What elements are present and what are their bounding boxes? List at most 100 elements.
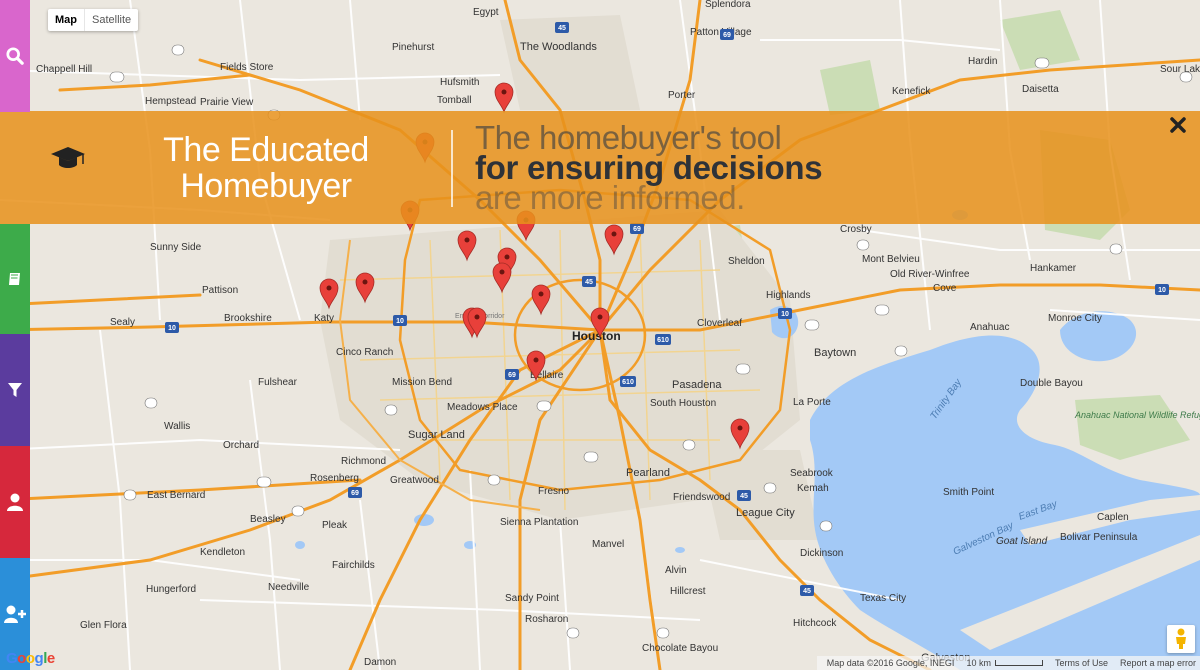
map-type-map-button[interactable]: Map <box>48 9 84 31</box>
sidebar-search[interactable] <box>0 0 30 112</box>
place-label: Houston <box>572 329 621 343</box>
highway-shield: 69 <box>505 369 519 380</box>
map-data-text: Map data ©2016 Google, INEGI <box>826 658 955 668</box>
place-label: Monroe City <box>1048 313 1102 324</box>
place-label: Sunny Side <box>150 242 202 253</box>
brand-line-1: The Educated <box>163 131 369 169</box>
place-label: Splendora <box>705 0 751 10</box>
place-label: Glen Flora <box>80 620 127 631</box>
graduation-cap-icon <box>50 145 86 176</box>
map-canvas[interactable]: Egypt Splendora Patton Village Hardin So… <box>0 0 1200 670</box>
place-label: Goat Island <box>996 536 1048 547</box>
place-label: Porter <box>668 90 696 101</box>
place-label: Hungerford <box>146 584 196 595</box>
place-label: Richmond <box>341 456 386 467</box>
place-label: Pasadena <box>672 379 722 391</box>
place-label: Texas City <box>860 593 906 604</box>
place-label: Fairchilds <box>332 560 375 571</box>
highway-shield: 45 <box>737 490 751 501</box>
highway-shield: 10 <box>778 308 792 319</box>
place-label: Tomball <box>437 95 471 106</box>
svg-text:69: 69 <box>633 226 641 233</box>
place-label: Hankamer <box>1030 263 1077 274</box>
map-type-control: Map Satellite <box>48 9 139 31</box>
svg-text:10: 10 <box>781 311 789 318</box>
place-label: Baytown <box>814 347 856 359</box>
place-label: Egypt <box>473 7 499 18</box>
place-label: Manvel <box>592 539 624 550</box>
svg-text:45: 45 <box>585 279 593 286</box>
user-plus-icon <box>4 605 26 623</box>
highway-shield: 10 <box>165 322 179 333</box>
place-label: Fresno <box>538 486 570 497</box>
highway-shield: 610 <box>655 334 671 345</box>
scale-bar <box>994 660 1043 666</box>
svg-text:69: 69 <box>508 372 516 379</box>
place-label: Dickinson <box>800 548 843 559</box>
place-label: Meadows Place <box>447 402 518 413</box>
place-label: Crosby <box>840 224 872 235</box>
report-error-link[interactable]: Report a map error <box>1120 658 1196 668</box>
svg-text:10: 10 <box>1158 287 1166 294</box>
sidebar-user[interactable] <box>0 446 30 558</box>
highway-shield: 10 <box>1155 284 1169 295</box>
place-label: Sugar Land <box>408 429 465 441</box>
place-label: Smith Point <box>943 487 994 498</box>
place-label: Brookshire <box>224 313 272 324</box>
svg-text:69: 69 <box>723 32 731 39</box>
place-label: Mont Belvieu <box>862 254 920 265</box>
place-label: Highlands <box>766 290 810 301</box>
place-label: Mission Bend <box>392 377 452 388</box>
brand-line-2: Homebuyer <box>180 167 352 205</box>
place-label: Pinehurst <box>392 42 434 53</box>
place-label: League City <box>736 507 795 519</box>
place-label: Fulshear <box>258 377 298 388</box>
place-label: Rosharon <box>525 614 568 625</box>
place-label: Hardin <box>968 56 997 67</box>
svg-text:45: 45 <box>740 493 748 500</box>
place-label: Sheldon <box>728 256 765 267</box>
place-label: Pleak <box>322 520 348 531</box>
place-label: Anahuac National Wildlife Refuge <box>1074 410 1200 420</box>
place-label: Hufsmith <box>440 77 479 88</box>
highway-shield: 69 <box>720 29 734 40</box>
place-label: Sandy Point <box>505 593 559 604</box>
sidebar-filter[interactable] <box>0 334 30 446</box>
place-label: Wallis <box>164 421 190 432</box>
terms-link[interactable]: Terms of Use <box>1055 658 1108 668</box>
tagline: The homebuyer's tool for ensuring decisi… <box>475 121 823 216</box>
place-label: Fields Store <box>220 62 274 73</box>
map-type-satellite-button[interactable]: Satellite <box>84 9 138 31</box>
place-label: Chocolate Bayou <box>642 643 718 654</box>
highway-shield: 45 <box>555 22 569 33</box>
place-label: Pattison <box>202 285 238 296</box>
place-label: Cove <box>933 283 957 294</box>
highway-shield: 69 <box>348 487 362 498</box>
highway-shield: 45 <box>582 276 596 287</box>
place-label: Kemah <box>797 483 829 494</box>
map-attribution: Map data ©2016 Google, INEGI 10 km Terms… <box>816 656 1200 670</box>
street-view-button[interactable] <box>1167 625 1195 653</box>
place-label: East Bernard <box>147 490 205 501</box>
place-label: Cinco Ranch <box>336 347 393 358</box>
place-label: Sienna Plantation <box>500 517 578 528</box>
place-label: Kenefick <box>892 86 931 97</box>
sidebar-book[interactable] <box>0 224 30 334</box>
highway-shield: 45 <box>800 585 814 596</box>
highway-shield: 69 <box>630 223 644 234</box>
map-scale[interactable]: 10 km <box>966 658 1043 668</box>
place-label: Pearland <box>626 467 670 479</box>
user-icon <box>7 493 23 511</box>
brand-name: The Educated Homebuyer <box>150 132 382 204</box>
close-button[interactable] <box>1170 117 1186 138</box>
place-label: Rosenberg <box>310 473 359 484</box>
scale-label: 10 km <box>966 658 991 668</box>
close-icon <box>1170 117 1186 133</box>
place-label: Friendswood <box>673 492 730 503</box>
svg-text:10: 10 <box>396 318 404 325</box>
place-label: Needville <box>268 582 310 593</box>
place-label: Kendleton <box>200 547 245 558</box>
google-logo: Google <box>6 650 55 667</box>
svg-text:610: 610 <box>622 379 634 386</box>
tagline-line-3: are more informed. <box>475 179 745 216</box>
